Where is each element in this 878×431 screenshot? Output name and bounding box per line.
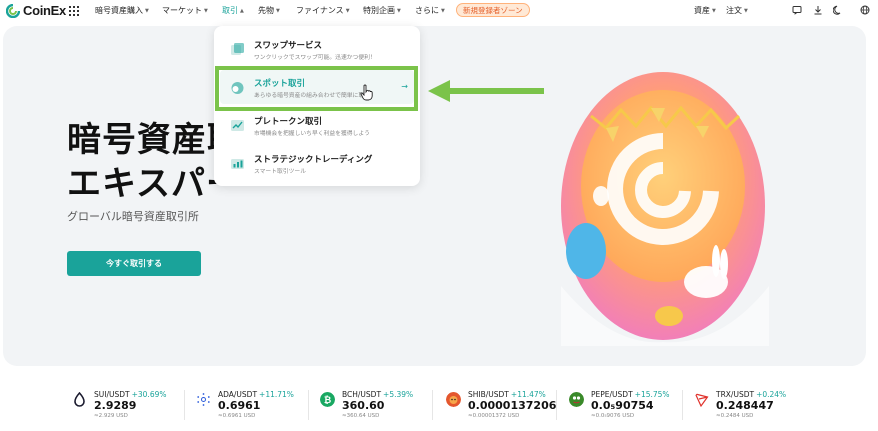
chevron-down-icon: ▼ bbox=[744, 7, 748, 14]
dark-mode-moon-icon[interactable] bbox=[833, 5, 843, 15]
divider bbox=[682, 390, 683, 420]
swap-icon bbox=[231, 43, 244, 55]
divider bbox=[184, 390, 185, 420]
nav-assets[interactable]: 資産 ▼ bbox=[694, 5, 716, 16]
nav-buy-crypto[interactable]: 暗号資産購入 ▼ bbox=[95, 5, 149, 16]
ticker-pair: SHIB/USDT +11.47% bbox=[468, 390, 546, 399]
trx-coin-icon bbox=[694, 393, 709, 407]
ada-coin-icon bbox=[197, 393, 210, 406]
chevron-down-icon: ▼ bbox=[145, 7, 149, 14]
nav-special[interactable]: 特別企画 ▼ bbox=[363, 5, 401, 16]
divider bbox=[308, 390, 309, 420]
download-icon[interactable] bbox=[813, 5, 823, 15]
coinex-logo-icon bbox=[6, 3, 20, 18]
chevron-down-icon: ▼ bbox=[397, 7, 401, 14]
nav-futures[interactable]: 先物 ▼ bbox=[258, 5, 280, 16]
logo-text: CoinEx bbox=[23, 3, 66, 18]
ticker-pair: SUI/USDT +30.69% bbox=[94, 390, 167, 399]
ticker-pair: BCH/USDT +5.39% bbox=[342, 390, 414, 399]
chevron-down-icon: ▼ bbox=[276, 7, 280, 14]
hero-banner: 暗号資産取 エキスパー グローバル暗号資産取引所 今すぐ取引する bbox=[3, 26, 866, 366]
language-globe-icon[interactable] bbox=[860, 5, 870, 15]
divider bbox=[432, 390, 433, 420]
highlight-box bbox=[215, 66, 418, 111]
divider bbox=[556, 390, 557, 420]
message-icon[interactable] bbox=[792, 5, 802, 15]
menu-item-swap[interactable]: スワップサービス ワンクリックでスワップ可能。迅速かつ便利！ bbox=[220, 32, 414, 66]
chevron-down-icon: ▼ bbox=[204, 7, 208, 14]
ticker-bar: SUI/USDT +30.69% 2.9289 ≈2.929 USD ADA/US… bbox=[0, 384, 878, 431]
nav-markets[interactable]: マーケット ▼ bbox=[162, 5, 208, 16]
chevron-down-icon: ▼ bbox=[712, 7, 716, 14]
svg-text:₿: ₿ bbox=[324, 395, 331, 406]
nav-trade[interactable]: 取引 ▲ bbox=[222, 5, 244, 16]
menu-item-pre-token[interactable]: プレトークン取引 市場機会を把握しいち早く利益を獲得しよう bbox=[220, 108, 414, 142]
nav-more[interactable]: さらに ▼ bbox=[415, 5, 445, 16]
nav-finance[interactable]: ファイナンス ▼ bbox=[296, 5, 350, 16]
pre-token-chart-icon bbox=[231, 120, 244, 131]
bch-coin-icon: ₿ bbox=[320, 392, 335, 407]
new-user-zone-button[interactable]: 新規登録者ゾーン bbox=[456, 3, 530, 17]
menu-item-strategic[interactable]: ストラテジックトレーディング スマート取引ツール bbox=[220, 146, 414, 180]
hero-subtitle: グローバル暗号資産取引所 bbox=[67, 210, 199, 223]
sui-coin-icon bbox=[74, 392, 85, 407]
chevron-up-icon: ▲ bbox=[240, 7, 244, 14]
top-nav: CoinEx 暗号資産購入 ▼ マーケット ▼ 取引 ▲ 先物 ▼ ファイナンス ▼ 特別… bbox=[0, 0, 878, 22]
trade-now-button[interactable]: 今すぐ取引する bbox=[67, 251, 201, 276]
ticker-pair: PEPE/USDT +15.75% bbox=[591, 390, 670, 399]
coinex-logo[interactable]: CoinEx bbox=[6, 3, 66, 18]
hand-cursor-icon bbox=[360, 84, 373, 101]
apps-grid-icon[interactable] bbox=[69, 6, 79, 16]
annotation-arrow-icon bbox=[428, 80, 544, 102]
pepe-coin-icon bbox=[569, 392, 584, 407]
chevron-down-icon: ▼ bbox=[345, 7, 350, 14]
ticker-pair: TRX/USDT +0.24% bbox=[716, 390, 787, 399]
ticker-pair: ADA/USDT +11.71% bbox=[218, 390, 294, 399]
chevron-down-icon: ▼ bbox=[441, 7, 445, 14]
strategy-bars-icon bbox=[231, 159, 244, 169]
shib-coin-icon bbox=[446, 392, 461, 407]
nav-orders[interactable]: 注文 ▼ bbox=[726, 5, 748, 16]
easter-egg-illustration bbox=[561, 72, 769, 346]
